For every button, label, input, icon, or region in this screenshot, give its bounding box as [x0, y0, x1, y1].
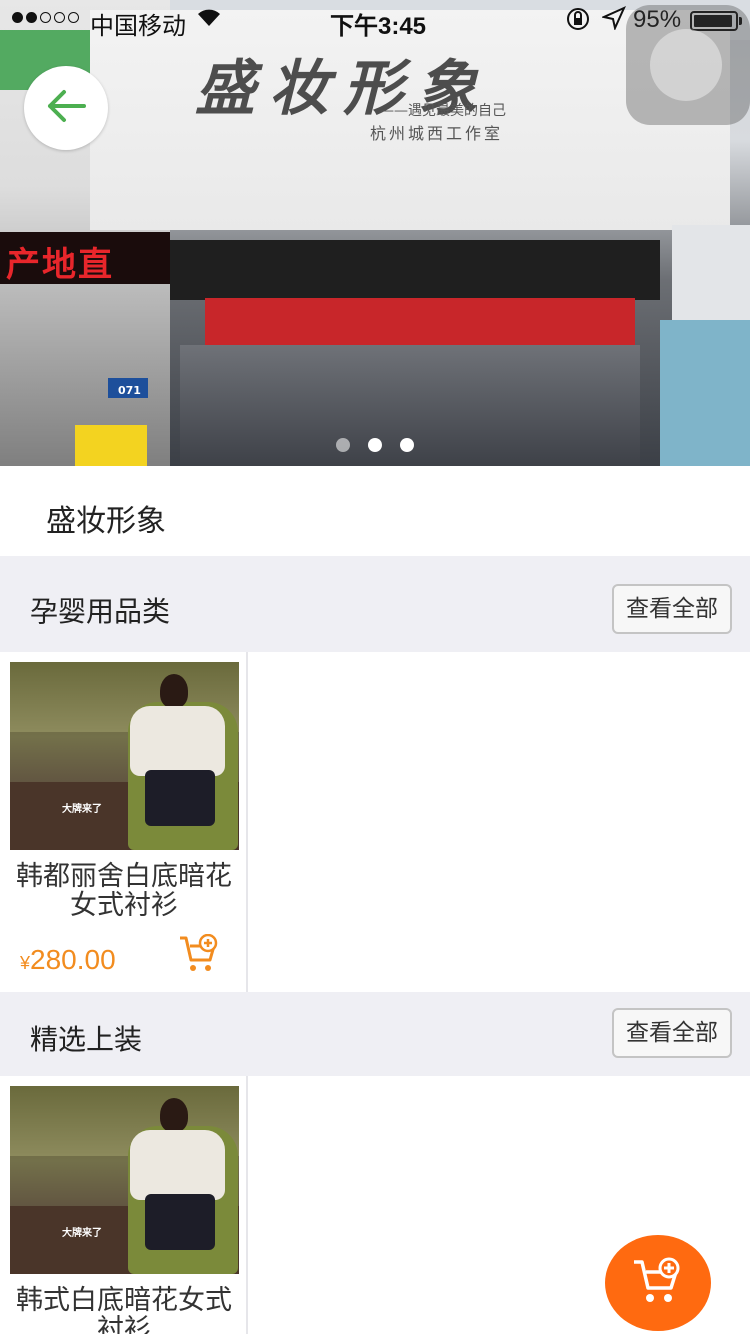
floating-cart-button[interactable] [605, 1235, 711, 1331]
product-image-caption: 大牌来了 [62, 1228, 102, 1239]
view-all-button[interactable]: 查看全部 [612, 1008, 732, 1058]
add-to-cart-icon[interactable] [178, 933, 220, 974]
back-button[interactable] [24, 66, 108, 150]
product-name[interactable]: 韩式白底暗花女式衬衫 [8, 1286, 240, 1334]
store-name: 盛妆形象 [46, 504, 166, 539]
carrier-label: 中国移动 [90, 13, 186, 40]
banner-sign-subtitle: ——遇见最美的自己 [380, 103, 506, 119]
cart-plus-icon [631, 1256, 685, 1310]
view-all-button[interactable]: 查看全部 [612, 584, 732, 634]
banner-led-text: 产地直 [6, 245, 114, 285]
product-card[interactable]: 大牌来了 韩式白底暗花女式衬衫 [0, 1076, 248, 1334]
section-title: 精选上装 [30, 1023, 143, 1056]
wifi-icon [196, 6, 222, 34]
carousel-dot[interactable] [336, 438, 350, 452]
banner-blue-wall [660, 320, 750, 466]
product-image[interactable]: 大牌来了 [10, 1086, 239, 1274]
banner-sign-subtitle-2: 杭州城西工作室 [370, 124, 504, 143]
product-image[interactable]: 大牌来了 [10, 662, 239, 850]
product-grid: 大牌来了 韩都丽舍白底暗花女式衬衫 ¥280.00 [0, 652, 750, 992]
carousel-dot[interactable] [400, 438, 414, 452]
carousel-indicator [336, 438, 414, 452]
banner-ac-unit [672, 225, 750, 320]
product-price: ¥280.00 [20, 944, 116, 976]
location-arrow-icon [600, 6, 626, 36]
currency-symbol: ¥ [20, 953, 31, 973]
store-info-row: 盛妆形象 [0, 466, 750, 556]
product-card[interactable]: 大牌来了 韩都丽舍白底暗花女式衬衫 ¥280.00 [0, 652, 248, 992]
section-header-featured-tops: 精选上装 查看全部 [0, 992, 750, 1076]
carousel-dot-active[interactable] [368, 438, 382, 452]
status-time: 下午3:45 [330, 13, 427, 40]
signal-strength-icon [12, 12, 79, 23]
rotation-lock-icon [565, 6, 591, 38]
product-name[interactable]: 韩都丽舍白底暗花女式衬衫 [8, 862, 240, 920]
product-image-caption: 大牌来了 [62, 804, 102, 815]
banner-yellow-card [75, 425, 147, 466]
section-header-maternal-baby: 孕婴用品类 查看全部 [0, 556, 750, 652]
banner-plate-text: 071 [118, 384, 141, 397]
store-page: 盛妆形象 ——遇见最美的自己 杭州城西工作室 产地直 071 中国移动 下午3:… [0, 0, 750, 1334]
assistive-touch-button[interactable] [626, 5, 750, 125]
arrow-left-icon [44, 88, 88, 128]
banner-awning [170, 240, 660, 300]
price-amount: 280.00 [30, 944, 116, 975]
section-title: 孕婴用品类 [30, 595, 171, 628]
banner-red-cloth [205, 298, 635, 348]
